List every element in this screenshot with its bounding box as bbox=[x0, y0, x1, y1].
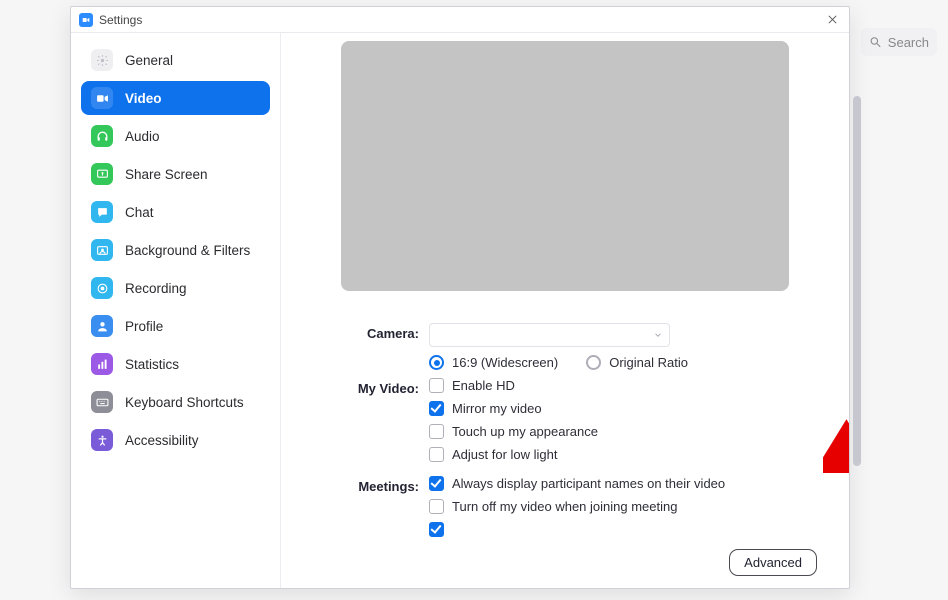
sidebar-item-video[interactable]: Video bbox=[81, 81, 270, 115]
chat-icon bbox=[91, 201, 113, 223]
lowlight-label: Adjust for low light bbox=[452, 447, 558, 462]
camera-dropdown[interactable] bbox=[429, 323, 670, 347]
video-icon bbox=[91, 87, 113, 109]
keyboard-icon bbox=[91, 391, 113, 413]
sidebar: General Video Audio Share Screen Chat Backgro… bbox=[71, 33, 281, 588]
checkbox-icon bbox=[429, 447, 444, 462]
headphones-icon bbox=[91, 125, 113, 147]
enable-hd-checkbox[interactable]: Enable HD bbox=[429, 378, 815, 393]
sidebar-item-label: Background & Filters bbox=[125, 243, 250, 258]
modal-title: Settings bbox=[99, 13, 821, 27]
background-icon bbox=[91, 239, 113, 261]
sidebar-item-label: Video bbox=[125, 91, 162, 106]
sidebar-item-general[interactable]: General bbox=[81, 43, 270, 77]
enable-hd-label: Enable HD bbox=[452, 378, 515, 393]
sidebar-item-statistics[interactable]: Statistics bbox=[81, 347, 270, 381]
search-placeholder: Search bbox=[888, 35, 929, 50]
scrollbar-thumb[interactable] bbox=[853, 96, 861, 466]
always-names-checkbox[interactable]: Always display participant names on thei… bbox=[429, 476, 815, 491]
sidebar-item-recording[interactable]: Recording bbox=[81, 271, 270, 305]
zoom-app-icon bbox=[79, 13, 93, 27]
profile-icon bbox=[91, 315, 113, 337]
checkbox-icon bbox=[429, 476, 444, 491]
close-button[interactable] bbox=[821, 9, 843, 31]
content-pane: Camera: 16:9 (Widescreen) bbox=[281, 33, 849, 588]
sidebar-item-keyboard-shortcuts[interactable]: Keyboard Shortcuts bbox=[81, 385, 270, 419]
lowlight-checkbox[interactable]: Adjust for low light bbox=[429, 447, 815, 462]
sidebar-item-label: General bbox=[125, 53, 173, 68]
camera-label: Camera: bbox=[281, 323, 429, 370]
mirror-label: Mirror my video bbox=[452, 401, 542, 416]
advanced-button[interactable]: Advanced bbox=[729, 549, 817, 576]
turnoff-join-checkbox[interactable]: Turn off my video when joining meeting bbox=[429, 499, 815, 514]
ratio-16-9-radio[interactable]: 16:9 (Widescreen) bbox=[429, 355, 558, 370]
checkbox-icon bbox=[429, 424, 444, 439]
accessibility-icon bbox=[91, 429, 113, 451]
gear-icon bbox=[91, 49, 113, 71]
advanced-label: Advanced bbox=[744, 555, 802, 570]
meetings-label: Meetings: bbox=[281, 476, 429, 537]
share-screen-icon bbox=[91, 163, 113, 185]
video-preview bbox=[341, 41, 789, 291]
touchup-checkbox[interactable]: Touch up my appearance bbox=[429, 424, 815, 439]
sidebar-item-audio[interactable]: Audio bbox=[81, 119, 270, 153]
sidebar-item-label: Statistics bbox=[125, 357, 179, 372]
sidebar-item-chat[interactable]: Chat bbox=[81, 195, 270, 229]
checkbox-icon bbox=[429, 401, 444, 416]
scrollbar[interactable] bbox=[853, 96, 861, 488]
sidebar-item-label: Profile bbox=[125, 319, 163, 334]
always-names-label: Always display participant names on thei… bbox=[452, 476, 725, 491]
sidebar-item-label: Accessibility bbox=[125, 433, 199, 448]
touchup-label: Touch up my appearance bbox=[452, 424, 598, 439]
sidebar-item-label: Chat bbox=[125, 205, 154, 220]
ratio-original-radio[interactable]: Original Ratio bbox=[586, 355, 688, 370]
mirror-checkbox[interactable]: Mirror my video bbox=[429, 401, 815, 416]
ratio-original-label: Original Ratio bbox=[609, 355, 688, 370]
close-icon bbox=[827, 14, 838, 25]
radio-icon bbox=[586, 355, 601, 370]
chevron-down-icon bbox=[653, 330, 663, 340]
ratio-16-9-label: 16:9 (Widescreen) bbox=[452, 355, 558, 370]
sidebar-item-label: Audio bbox=[125, 129, 160, 144]
checkbox-icon bbox=[429, 522, 444, 537]
statistics-icon bbox=[91, 353, 113, 375]
sidebar-item-accessibility[interactable]: Accessibility bbox=[81, 423, 270, 457]
sidebar-item-label: Recording bbox=[125, 281, 187, 296]
checkbox-icon bbox=[429, 499, 444, 514]
sidebar-item-profile[interactable]: Profile bbox=[81, 309, 270, 343]
sidebar-item-label: Share Screen bbox=[125, 167, 208, 182]
search-input[interactable]: Search bbox=[861, 28, 937, 56]
sidebar-item-label: Keyboard Shortcuts bbox=[125, 395, 244, 410]
search-icon bbox=[869, 35, 882, 49]
myvideo-label: My Video: bbox=[281, 378, 429, 462]
turnoff-join-label: Turn off my video when joining meeting bbox=[452, 499, 677, 514]
checkbox-icon bbox=[429, 378, 444, 393]
record-icon bbox=[91, 277, 113, 299]
radio-icon bbox=[429, 355, 444, 370]
sidebar-item-background-filters[interactable]: Background & Filters bbox=[81, 233, 270, 267]
sidebar-item-share-screen[interactable]: Share Screen bbox=[81, 157, 270, 191]
modal-header: Settings bbox=[71, 7, 849, 33]
cutoff-checkbox[interactable]: x bbox=[429, 522, 815, 537]
settings-modal: Settings General Video Audio Share Screen Ch… bbox=[70, 6, 850, 589]
